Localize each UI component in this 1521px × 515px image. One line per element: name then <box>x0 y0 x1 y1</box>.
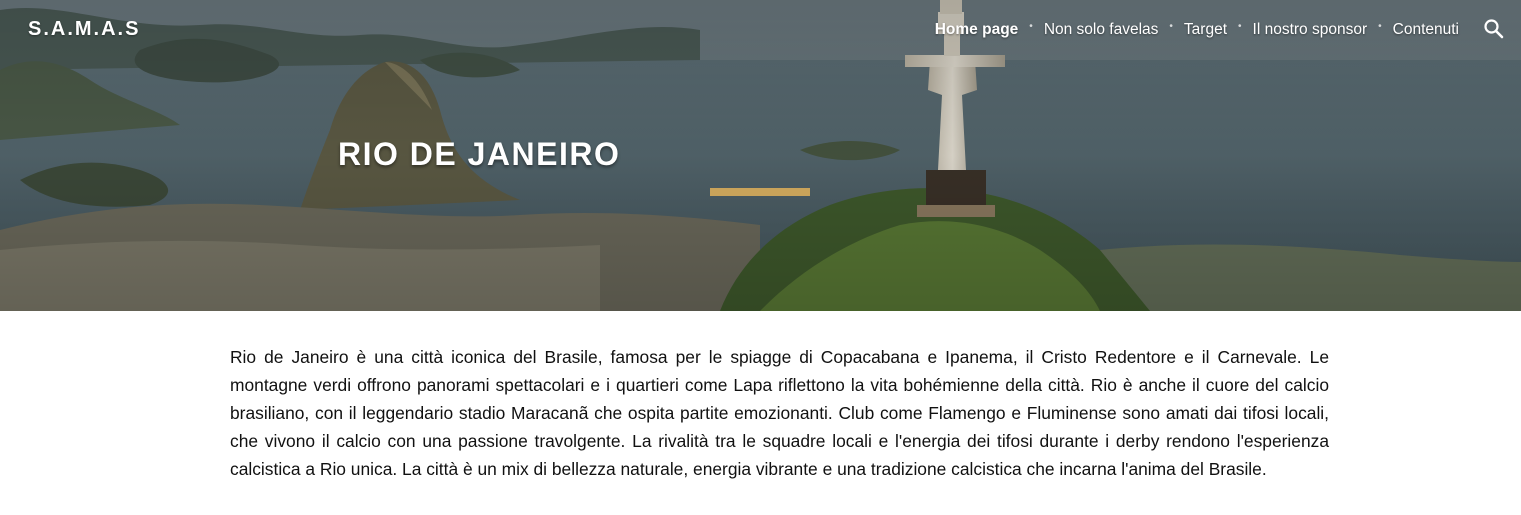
title-accent-divider <box>710 188 810 196</box>
main-content: Rio de Janeiro è una città iconica del B… <box>230 343 1329 483</box>
main-navigation: Home page • Non solo favelas • Target • … <box>935 20 1459 40</box>
nav-separator: • <box>1238 21 1242 32</box>
hero-background-image <box>0 0 1521 311</box>
nav-item-non-solo-favelas[interactable]: Non solo favelas <box>1044 20 1159 40</box>
search-icon <box>1484 19 1504 39</box>
nav-separator: • <box>1029 21 1033 32</box>
nav-item-contenuti[interactable]: Contenuti <box>1393 20 1459 40</box>
search-button[interactable] <box>1482 17 1506 41</box>
nav-item-home-page[interactable]: Home page <box>935 20 1019 40</box>
page-title: RIO DE JANEIRO <box>338 136 621 172</box>
description-paragraph: Rio de Janeiro è una città iconica del B… <box>230 347 1329 479</box>
nav-item-target[interactable]: Target <box>1184 20 1227 40</box>
nav-item-il-nostro-sponsor[interactable]: Il nostro sponsor <box>1253 20 1368 40</box>
page: S.A.M.A.S Home page • Non solo favelas •… <box>0 0 1521 515</box>
nav-separator: • <box>1169 21 1173 32</box>
hero-banner: S.A.M.A.S Home page • Non solo favelas •… <box>0 0 1521 311</box>
site-title[interactable]: S.A.M.A.S <box>28 17 140 41</box>
nav-separator: • <box>1378 21 1382 32</box>
